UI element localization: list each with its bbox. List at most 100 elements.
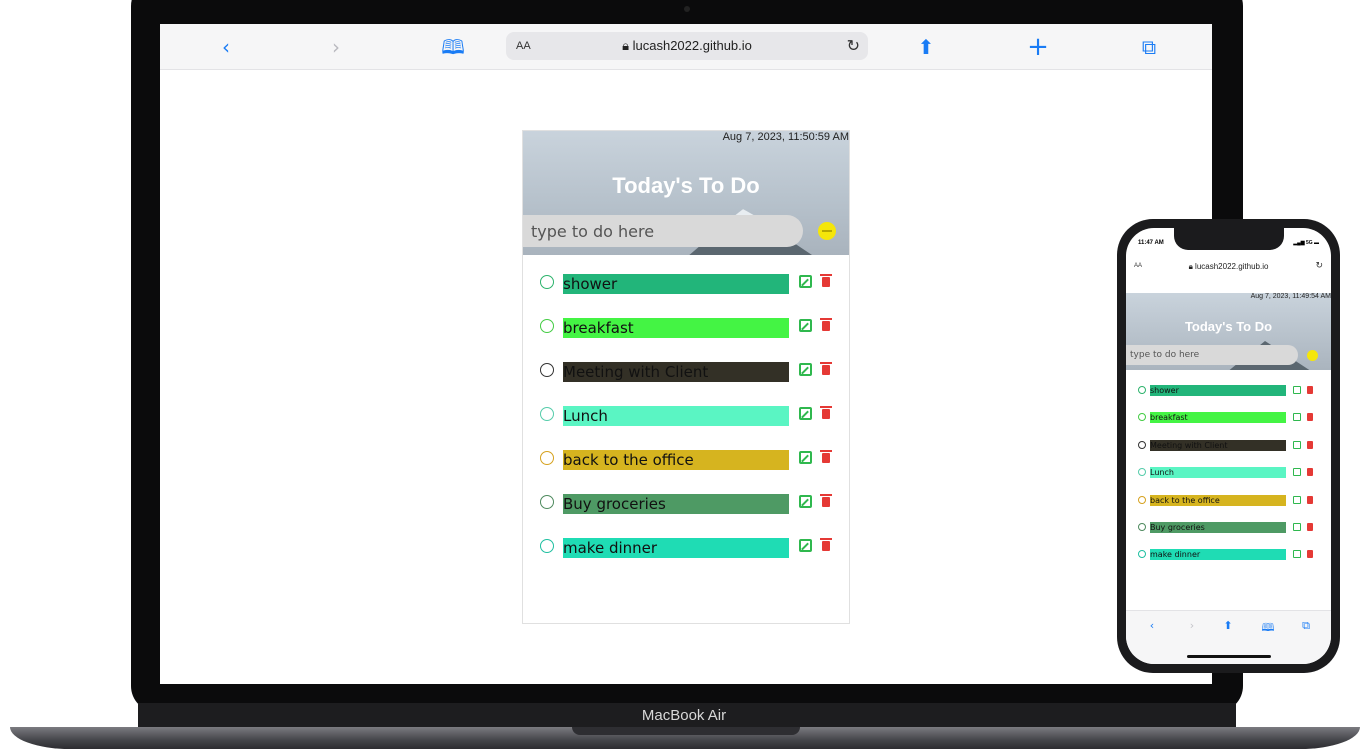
todo-row: breakfast — [523, 315, 849, 359]
camera-icon — [684, 6, 690, 12]
todo-row: Buy groceries — [1126, 517, 1331, 544]
app-header: Aug 7, 2023, 11:50:59 AM Today's To Do — [523, 131, 849, 255]
mobile-todo-list: shower breakfast Meeting with Client Lun… — [1126, 380, 1331, 572]
complete-radio[interactable] — [540, 495, 554, 509]
forward-icon[interactable]: › — [322, 33, 350, 61]
back-icon[interactable]: ‹ — [1144, 619, 1160, 632]
todo-row: Buy groceries — [523, 491, 849, 535]
todo-row: make dinner — [1126, 544, 1331, 571]
url-domain: 🔒︎ lucash2022.github.io — [1126, 262, 1331, 272]
datetime: Aug 7, 2023, 11:49:54 AM — [1250, 293, 1331, 300]
todo-row: Lunch — [523, 403, 849, 447]
complete-radio[interactable] — [1138, 522, 1146, 531]
bookmarks-icon[interactable]: 🕮 — [1260, 619, 1276, 638]
trash-icon[interactable] — [820, 274, 832, 288]
edit-icon[interactable] — [799, 275, 812, 288]
edit-icon[interactable] — [1293, 468, 1301, 477]
todo-row: Meeting with Client — [1126, 435, 1331, 462]
bookmarks-icon[interactable]: 🕮 — [439, 33, 467, 61]
tabs-icon[interactable]: ⧉ — [1298, 619, 1314, 633]
reload-icon[interactable]: ↻ — [847, 32, 860, 60]
trash-icon[interactable] — [820, 406, 832, 420]
todo-row: Lunch — [1126, 462, 1331, 489]
complete-radio[interactable] — [1138, 386, 1146, 394]
edit-icon[interactable] — [799, 495, 812, 508]
complete-radio[interactable] — [540, 451, 554, 465]
edit-icon[interactable] — [799, 407, 812, 420]
trash-icon[interactable] — [820, 494, 832, 508]
edit-icon[interactable] — [799, 363, 812, 376]
complete-radio[interactable] — [540, 407, 554, 421]
edit-icon[interactable] — [1293, 550, 1301, 559]
mobile-address-bar[interactable]: AA 🔒︎ lucash2022.github.io ↻ — [1126, 258, 1331, 278]
edit-icon[interactable] — [1293, 440, 1301, 449]
datetime: Aug 7, 2023, 11:50:59 AM — [722, 131, 849, 143]
todo-row: back to the office — [1126, 490, 1331, 517]
complete-radio[interactable] — [1138, 440, 1146, 449]
tabs-icon[interactable]: ⧉ — [1135, 33, 1163, 61]
share-icon[interactable]: ⬆︎ — [912, 33, 940, 61]
complete-radio[interactable] — [540, 275, 554, 289]
task-text: back to the office — [563, 450, 789, 470]
trash-icon[interactable] — [820, 450, 832, 464]
trash-icon[interactable] — [1307, 522, 1313, 531]
edit-icon[interactable] — [1293, 413, 1301, 422]
edit-icon[interactable] — [799, 451, 812, 464]
trash-icon[interactable] — [820, 538, 832, 552]
task-text: Meeting with Client — [563, 362, 789, 382]
task-text: Buy groceries — [563, 494, 789, 514]
edit-icon[interactable] — [1293, 386, 1301, 394]
todo-row: breakfast — [1126, 407, 1331, 434]
trash-icon[interactable] — [1307, 413, 1313, 422]
mockup-stage: ‹ › 🕮 AA 🔒︎ lucash2022.github.io ↻ ⬆︎ + … — [0, 0, 1368, 749]
mobile-app-header: Aug 7, 2023, 11:49:54 AM Today's To Do — [1126, 293, 1331, 370]
task-text: shower — [1150, 385, 1286, 396]
macbook-label: MacBook Air — [641, 707, 727, 724]
trash-icon[interactable] — [1307, 495, 1313, 504]
complete-radio[interactable] — [540, 539, 554, 553]
edit-icon[interactable] — [1293, 495, 1301, 504]
address-bar[interactable]: AA 🔒︎ lucash2022.github.io ↻ — [506, 32, 868, 60]
new-tab-icon[interactable]: + — [1024, 33, 1052, 61]
complete-radio[interactable] — [540, 363, 554, 377]
status-time: 11:47 AM — [1138, 240, 1164, 246]
todo-input[interactable] — [1126, 345, 1298, 365]
reload-icon[interactable]: ↻ — [1315, 261, 1323, 271]
complete-radio[interactable] — [1138, 495, 1146, 504]
network-label: 5G — [1305, 240, 1313, 246]
task-text: Lunch — [563, 406, 789, 426]
add-button[interactable] — [818, 222, 836, 240]
complete-radio[interactable] — [1138, 468, 1146, 477]
share-icon[interactable]: ⬆︎ — [1220, 619, 1236, 632]
edit-icon[interactable] — [799, 319, 812, 332]
signal-icon: ▂▄▆ — [1293, 240, 1306, 246]
todo-row: make dinner — [523, 535, 849, 579]
lock-icon: 🔒︎ — [622, 38, 633, 53]
complete-radio[interactable] — [540, 319, 554, 333]
back-icon[interactable]: ‹ — [212, 33, 240, 61]
safari-toolbar: ‹ › 🕮 AA 🔒︎ lucash2022.github.io ↻ ⬆︎ + … — [160, 24, 1212, 70]
forward-icon[interactable]: › — [1184, 619, 1200, 632]
todo-app: Aug 7, 2023, 11:50:59 AM Today's To Do s… — [522, 130, 850, 624]
trash-icon[interactable] — [1307, 468, 1313, 477]
domain-text: lucash2022.github.io — [632, 38, 752, 53]
task-text: breakfast — [563, 318, 789, 338]
todo-input[interactable] — [523, 215, 803, 247]
trash-icon[interactable] — [1307, 550, 1313, 559]
trash-icon[interactable] — [820, 362, 832, 376]
complete-radio[interactable] — [1138, 413, 1146, 422]
task-text: Meeting with Client — [1150, 439, 1286, 451]
home-indicator — [1187, 655, 1271, 658]
trash-icon[interactable] — [1307, 386, 1313, 394]
edit-icon[interactable] — [1293, 522, 1301, 531]
todo-row: shower — [1126, 380, 1331, 407]
domain-text: lucash2022.github.io — [1195, 262, 1269, 271]
task-text: shower — [563, 274, 789, 294]
app-title: Today's To Do — [1184, 319, 1273, 334]
edit-icon[interactable] — [799, 539, 812, 552]
trash-icon[interactable] — [1307, 440, 1313, 449]
add-button[interactable] — [1307, 350, 1318, 361]
complete-radio[interactable] — [1138, 550, 1146, 559]
trash-icon[interactable] — [820, 318, 832, 332]
macbook-hinge-notch — [572, 727, 800, 735]
